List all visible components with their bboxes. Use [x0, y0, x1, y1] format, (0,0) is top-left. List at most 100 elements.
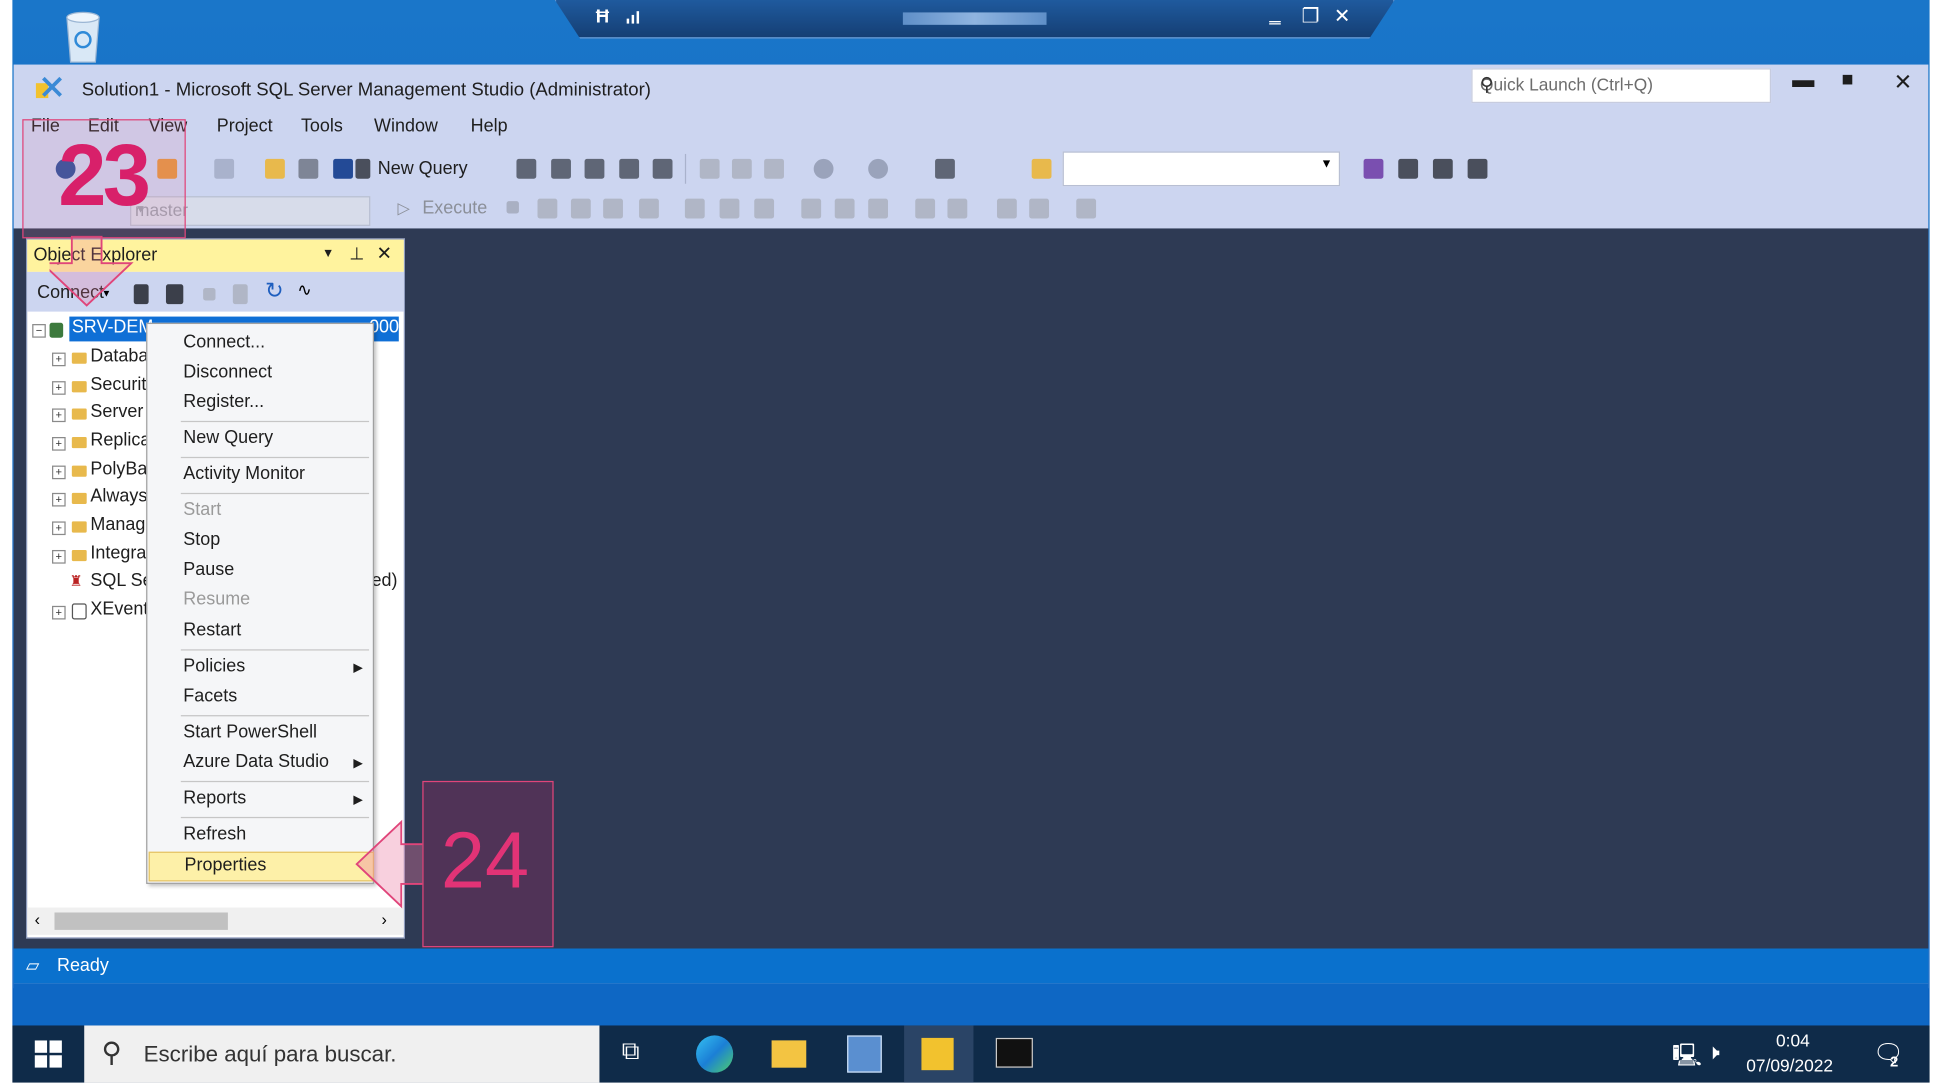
- query-options-icon[interactable]: [603, 198, 623, 219]
- include-plan-icon[interactable]: [684, 198, 705, 219]
- find-icon[interactable]: [1031, 158, 1052, 179]
- tree-item-polybase[interactable]: PolyBa: [90, 459, 147, 479]
- remote-close-button[interactable]: ✕: [1334, 4, 1351, 29]
- scroll-right-icon[interactable]: ›: [381, 910, 386, 929]
- tree-item-xevent-profiler[interactable]: XEvent: [90, 600, 148, 620]
- activity-monitor-icon[interactable]: [935, 158, 955, 179]
- menu-item-azure-data-studio[interactable]: Azure Data Studio: [183, 752, 329, 772]
- refresh-icon[interactable]: ↻: [265, 278, 284, 304]
- execute-button[interactable]: Execute: [422, 199, 487, 219]
- scrollbar-thumb[interactable]: [54, 912, 228, 930]
- menu-item-register[interactable]: Register...: [183, 392, 264, 412]
- redo-icon[interactable]: [868, 158, 889, 179]
- minimize-button[interactable]: ▬: [1792, 67, 1814, 93]
- server-manager-icon[interactable]: [847, 1035, 882, 1073]
- expand-icon[interactable]: +: [52, 549, 66, 564]
- xmla-query-icon[interactable]: [619, 158, 640, 179]
- menu-help[interactable]: Help: [471, 117, 508, 137]
- tree-item-server-objects[interactable]: Server: [90, 402, 143, 422]
- ssms-taskbar-active[interactable]: [904, 1025, 974, 1083]
- new-query-button[interactable]: New Query: [378, 159, 468, 179]
- toolbox-icon[interactable]: [1432, 158, 1453, 179]
- client-stats-icon[interactable]: [754, 198, 775, 219]
- remote-restore-button[interactable]: ❐: [1302, 4, 1320, 29]
- database-engine-query-icon[interactable]: [516, 158, 537, 179]
- live-stats-icon[interactable]: [719, 198, 740, 219]
- menu-item-reports[interactable]: Reports: [183, 788, 246, 808]
- stop-icon[interactable]: [203, 288, 216, 301]
- results-to-text-icon[interactable]: [801, 198, 822, 219]
- collapse-icon[interactable]: −: [32, 324, 46, 338]
- tree-item-sql-server-agent[interactable]: SQL Se: [90, 571, 152, 591]
- menu-item-connect[interactable]: Connect...: [183, 333, 265, 353]
- menu-tools[interactable]: Tools: [301, 117, 343, 137]
- tree-item-always-on[interactable]: Always: [90, 487, 147, 507]
- menu-item-properties[interactable]: Properties: [148, 851, 375, 882]
- chevron-down-icon[interactable]: ▼: [322, 247, 334, 261]
- comment-icon[interactable]: [915, 198, 936, 219]
- horizontal-scrollbar[interactable]: ‹ ›: [27, 907, 404, 935]
- results-to-grid-icon[interactable]: [834, 198, 855, 219]
- quick-launch-input[interactable]: Quick Launch (Ctrl+Q) ⚲: [1471, 68, 1772, 104]
- file-explorer-icon[interactable]: [771, 1040, 807, 1068]
- undo-icon[interactable]: [813, 158, 834, 179]
- expand-icon[interactable]: +: [52, 492, 66, 507]
- menu-item-stop[interactable]: Stop: [183, 530, 220, 550]
- menu-item-new-query[interactable]: New Query: [183, 428, 273, 448]
- menu-item-activity-monitor[interactable]: Activity Monitor: [183, 464, 305, 484]
- solution-configuration-dropdown[interactable]: ▼: [1062, 151, 1341, 187]
- expand-icon[interactable]: +: [52, 437, 66, 451]
- menu-item-policies[interactable]: Policies: [183, 657, 245, 677]
- task-view-icon[interactable]: ⧉: [622, 1038, 640, 1067]
- command-window-icon[interactable]: [1467, 158, 1488, 179]
- menu-item-disconnect[interactable]: Disconnect: [183, 363, 272, 383]
- edge-browser-icon[interactable]: [696, 1035, 734, 1073]
- expand-icon[interactable]: +: [52, 605, 66, 620]
- add-item-icon[interactable]: [214, 158, 235, 179]
- network-icon[interactable]: 🖳: [1672, 1040, 1702, 1077]
- increase-indent-icon[interactable]: [1029, 198, 1050, 219]
- remote-minimize-button[interactable]: ‗: [1269, 4, 1280, 26]
- specify-values-icon[interactable]: [1076, 198, 1097, 219]
- expand-icon[interactable]: +: [52, 408, 66, 423]
- parse-icon[interactable]: [537, 198, 558, 219]
- display-plan-icon[interactable]: [570, 198, 591, 219]
- recycle-bin-icon[interactable]: [57, 7, 109, 64]
- save-icon[interactable]: [298, 158, 319, 179]
- menu-item-start-powershell[interactable]: Start PowerShell: [183, 723, 317, 743]
- tree-item-integration-services[interactable]: Integra: [90, 544, 146, 564]
- tree-item-management[interactable]: Manag: [90, 515, 145, 535]
- menu-project[interactable]: Project: [217, 117, 273, 137]
- tree-item-databases[interactable]: Databa: [90, 346, 148, 366]
- menu-item-pause[interactable]: Pause: [183, 560, 234, 580]
- pin-icon[interactable]: ⊥: [349, 243, 364, 264]
- expand-icon[interactable]: +: [52, 465, 66, 480]
- maximize-button[interactable]: ■: [1842, 70, 1854, 92]
- close-icon[interactable]: ✕: [377, 242, 393, 264]
- command-prompt-icon[interactable]: [995, 1037, 1033, 1068]
- dax-query-icon[interactable]: [652, 158, 673, 179]
- decrease-indent-icon[interactable]: [996, 198, 1017, 219]
- results-to-file-icon[interactable]: [868, 198, 889, 219]
- filter-icon[interactable]: [232, 284, 248, 305]
- menu-item-refresh[interactable]: Refresh: [183, 824, 246, 844]
- volume-muted-icon[interactable]: 🕨: [1707, 1040, 1720, 1065]
- save-all-icon[interactable]: [333, 158, 353, 179]
- intellisense-icon[interactable]: [639, 198, 659, 219]
- expand-icon[interactable]: +: [52, 521, 66, 536]
- visual-studio-icon[interactable]: [1363, 158, 1384, 179]
- clock-date[interactable]: 07/09/2022: [1746, 1055, 1833, 1075]
- dmx-query-icon[interactable]: [584, 158, 605, 179]
- menu-item-restart[interactable]: Restart: [183, 621, 241, 641]
- windows-start-icon[interactable]: [34, 1040, 62, 1068]
- paste-icon[interactable]: [764, 158, 784, 179]
- cancel-query-icon[interactable]: [506, 201, 519, 214]
- activity-monitor-icon[interactable]: ∿: [297, 279, 312, 300]
- uncomment-icon[interactable]: [947, 198, 968, 219]
- close-button[interactable]: ✕: [1894, 70, 1913, 96]
- pin-icon[interactable]: Ħ: [596, 6, 609, 27]
- mdx-query-icon[interactable]: [551, 158, 571, 179]
- disconnect-icon[interactable]: [165, 284, 184, 305]
- clock-time[interactable]: 0:04: [1776, 1030, 1810, 1050]
- cut-icon[interactable]: [699, 158, 720, 179]
